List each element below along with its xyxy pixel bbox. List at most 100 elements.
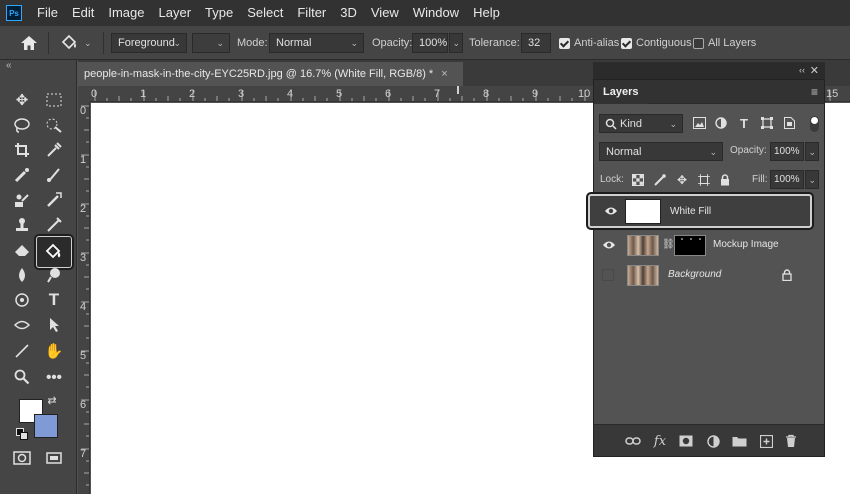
- clone-stamp-tool-icon[interactable]: [11, 189, 33, 211]
- collapse-arrows-icon[interactable]: ‹‹: [799, 65, 805, 75]
- document-tab[interactable]: people-in-mask-in-the-city-EYC25RD.jpg @…: [78, 62, 463, 86]
- zoom-tool-icon[interactable]: [11, 366, 33, 388]
- chevron-down-icon: ⌄: [709, 147, 717, 157]
- vertical-ruler[interactable]: 0 1 2 3 4 5 6 7: [78, 102, 90, 494]
- add-mask-icon[interactable]: [678, 433, 694, 449]
- home-icon[interactable]: [20, 26, 38, 60]
- menu-3d[interactable]: 3D: [333, 0, 364, 26]
- menu-image[interactable]: Image: [101, 0, 151, 26]
- menu-window[interactable]: Window: [406, 0, 466, 26]
- lock-artboard-icon[interactable]: [697, 173, 711, 187]
- layers-tab[interactable]: Layers: [594, 80, 648, 104]
- eyedropper-tool-icon[interactable]: [43, 139, 65, 161]
- more-tools-icon[interactable]: •••: [43, 366, 65, 388]
- marquee-tool-icon[interactable]: [43, 89, 65, 111]
- layer-mask-thumbnail[interactable]: [674, 235, 706, 256]
- layer-row-background[interactable]: Background: [594, 261, 824, 291]
- delete-layer-trash-icon[interactable]: [783, 433, 799, 449]
- visibility-toggle-off[interactable]: [602, 269, 614, 281]
- menu-type[interactable]: Type: [198, 0, 240, 26]
- opacity-input[interactable]: 100%: [412, 33, 448, 53]
- ruler-label: 6: [80, 399, 87, 411]
- ruler-label: 15: [826, 88, 839, 100]
- smart-object-filter-icon[interactable]: [782, 116, 796, 130]
- close-icon[interactable]: ×: [441, 68, 447, 80]
- pixel-layer-filter-icon[interactable]: [692, 116, 706, 130]
- anti-alias-checkbox[interactable]: Anti-alias: [559, 26, 619, 60]
- filter-toggle[interactable]: [810, 116, 819, 132]
- type-layer-filter-icon[interactable]: T: [737, 116, 751, 131]
- mode-dropdown[interactable]: Normal ⌄: [269, 33, 364, 53]
- move-tool-icon[interactable]: ✥: [11, 89, 33, 111]
- type-tool-icon[interactable]: T: [43, 289, 65, 311]
- spot-healing-tool-icon[interactable]: [11, 164, 33, 186]
- quick-mask-icon[interactable]: [11, 447, 33, 469]
- contiguous-checkbox[interactable]: Contiguous: [621, 26, 692, 60]
- lock-image-pixels-icon[interactable]: [653, 173, 667, 187]
- layer-row-white-fill[interactable]: White Fill: [588, 194, 812, 228]
- tolerance-input[interactable]: 32: [521, 33, 551, 53]
- art-history-brush-icon[interactable]: [43, 214, 65, 236]
- menu-help[interactable]: Help: [466, 0, 507, 26]
- menu-edit[interactable]: Edit: [65, 0, 101, 26]
- history-brush-tool-icon[interactable]: [43, 189, 65, 211]
- close-icon[interactable]: ✕: [810, 64, 819, 77]
- blend-row: Normal ⌄ Opacity: 100% ⌄: [594, 142, 824, 162]
- pattern-picker[interactable]: ⌄: [192, 33, 230, 53]
- opacity-dropdown-button[interactable]: ⌄: [449, 33, 463, 53]
- new-layer-icon[interactable]: [758, 433, 774, 449]
- panel-menu-icon[interactable]: ≡: [811, 85, 818, 99]
- shape-layer-filter-icon[interactable]: [760, 116, 774, 130]
- menu-layer[interactable]: Layer: [152, 0, 199, 26]
- fill-input[interactable]: 100%: [770, 170, 804, 189]
- screen-mode-icon[interactable]: [43, 447, 65, 469]
- menu-view[interactable]: View: [364, 0, 406, 26]
- link-layers-icon[interactable]: [625, 433, 641, 449]
- crop-tool-icon[interactable]: [11, 139, 33, 161]
- stamp-tool-icon[interactable]: [11, 214, 33, 236]
- background-color-swatch[interactable]: [34, 414, 58, 438]
- menu-select[interactable]: Select: [240, 0, 290, 26]
- fill-dropdown-button[interactable]: ⌄: [805, 170, 819, 189]
- all-layers-checkbox[interactable]: All Layers: [693, 26, 756, 60]
- hand-tool-icon[interactable]: ✋: [43, 340, 65, 362]
- lasso-tool-icon[interactable]: [11, 114, 33, 136]
- quick-selection-tool-icon[interactable]: [43, 114, 65, 136]
- visibility-eye-icon[interactable]: [602, 239, 616, 251]
- collapse-arrows-icon[interactable]: «: [6, 60, 12, 71]
- menu-file[interactable]: File: [30, 0, 65, 26]
- layers-panel-header: Layers ≡: [594, 80, 824, 104]
- fill-source-dropdown[interactable]: Foreground ⌄: [111, 33, 187, 53]
- new-fill-adjustment-icon[interactable]: [705, 433, 721, 449]
- swap-colors-icon[interactable]: ⇄: [45, 393, 59, 407]
- chain-link-icon[interactable]: ⛓: [662, 239, 675, 250]
- layer-row-mockup-image[interactable]: ⛓ Mockup Image: [594, 231, 824, 261]
- adjustment-layer-filter-icon[interactable]: [714, 116, 728, 130]
- visibility-eye-icon[interactable]: [604, 205, 618, 217]
- default-colors-icon[interactable]: [15, 427, 29, 441]
- layer-opacity-input[interactable]: 100%: [770, 142, 804, 161]
- path-selection-tool-icon[interactable]: [11, 314, 33, 336]
- ruler-corner[interactable]: [78, 86, 90, 102]
- layer-opacity-dropdown-button[interactable]: ⌄: [805, 142, 819, 161]
- dodge-tool-icon[interactable]: [43, 264, 65, 286]
- lock-all-icon[interactable]: [718, 173, 732, 187]
- lock-position-icon[interactable]: ✥: [675, 173, 689, 187]
- layers-panel-dock-bar: ‹‹ ✕: [593, 62, 825, 79]
- direct-selection-tool-icon[interactable]: [43, 314, 65, 336]
- chevron-down-icon: ⌄: [173, 38, 181, 48]
- eraser-tool-icon[interactable]: [11, 239, 33, 261]
- blur-tool-icon[interactable]: [11, 264, 33, 286]
- filter-kind-dropdown[interactable]: Kind ⌄: [599, 114, 683, 133]
- blend-mode-dropdown[interactable]: Normal ⌄: [599, 142, 723, 161]
- lock-transparent-pixels-icon[interactable]: [631, 173, 645, 187]
- menu-filter[interactable]: Filter: [290, 0, 333, 26]
- mode-label: Mode:: [237, 37, 268, 49]
- new-group-folder-icon[interactable]: [731, 433, 747, 449]
- chevron-down-icon: ⌄: [452, 38, 460, 48]
- layer-style-fx-icon[interactable]: fx: [652, 433, 668, 449]
- brush-tool-icon[interactable]: [43, 164, 65, 186]
- pen-tool-icon[interactable]: [11, 289, 33, 311]
- paint-bucket-preset-picker[interactable]: ⌄: [60, 26, 92, 60]
- line-tool-icon[interactable]: [11, 340, 33, 362]
